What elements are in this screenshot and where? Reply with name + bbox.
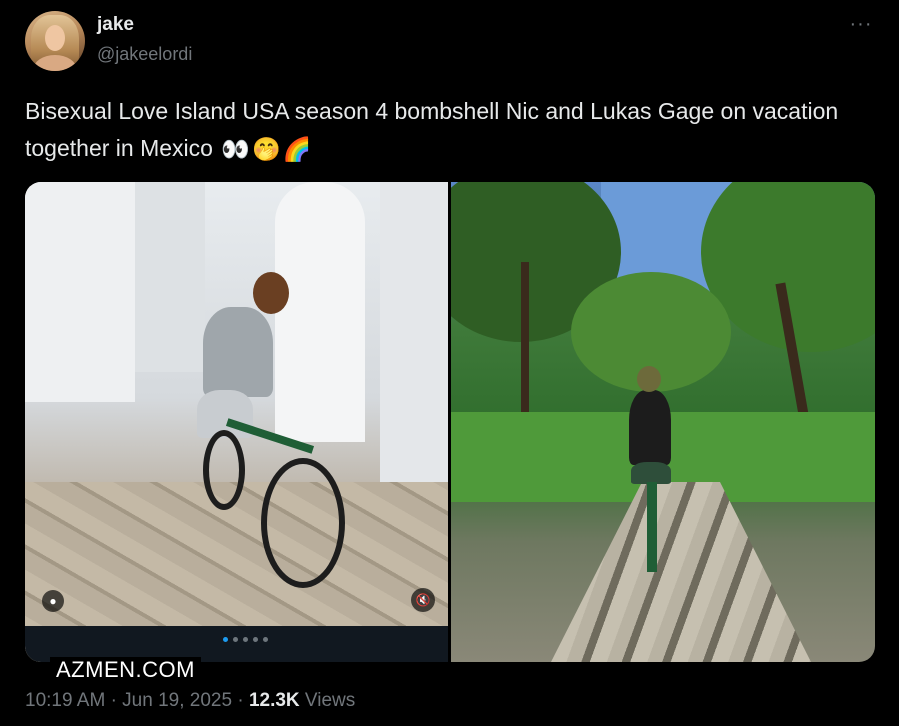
bike-frame-back [647,482,657,572]
carousel-dots[interactable] [223,637,268,642]
views-label: Views [304,690,356,711]
eyes-emoji: 👀 [221,136,250,163]
bike-rear-wheel [203,430,245,510]
more-horizontal-icon[interactable]: ··· [848,14,874,34]
wall-center [135,182,205,372]
rainbow-emoji: 🌈 [282,136,312,163]
mute-icon[interactable]: 🔇 [411,588,435,612]
meta-separator: · [237,690,244,711]
tweet-media[interactable]: ● 🔇 🔇 [25,182,875,662]
avatar[interactable] [25,11,85,71]
stone-path [551,482,811,662]
rider-torso [203,307,273,397]
carousel-dot[interactable] [253,637,258,642]
carousel-dot[interactable] [243,637,248,642]
watermark: AZMEN.COM [50,657,201,683]
hand-over-mouth-emoji: 🤭 [251,136,281,163]
rider-shorts-back [631,462,671,484]
wall-arch [275,182,365,442]
user-tag-icon[interactable]: ● [42,590,64,612]
tweet-date[interactable]: Jun 19, 2025 [122,690,232,711]
tweet-text: Bisexual Love Island USA season 4 bombsh… [25,93,865,168]
wall-left [25,182,135,402]
tweet-time[interactable]: 10:19 AM [25,690,105,711]
carousel-dot-active[interactable] [223,637,228,642]
rider-back [629,390,671,465]
rider-head [253,272,289,314]
carousel-dot[interactable] [263,637,268,642]
rider-head-back [637,366,661,392]
media-photo-1[interactable]: ● 🔇 [25,182,448,662]
views-count[interactable]: 12.3K [249,690,300,711]
author-name[interactable]: jake [97,14,134,36]
tweet-body: Bisexual Love Island USA season 4 bombsh… [25,98,839,161]
media-photo-2[interactable]: 🔇 [451,182,875,662]
tweet-meta: 10:19 AM · Jun 19, 2025 · 12.3K Views [25,690,355,712]
carousel-dot[interactable] [233,637,238,642]
bike-front-wheel [261,458,345,588]
avatar-face [45,25,65,51]
author-handle[interactable]: @jakeelordi [97,44,192,65]
meta-separator: · [110,690,117,711]
